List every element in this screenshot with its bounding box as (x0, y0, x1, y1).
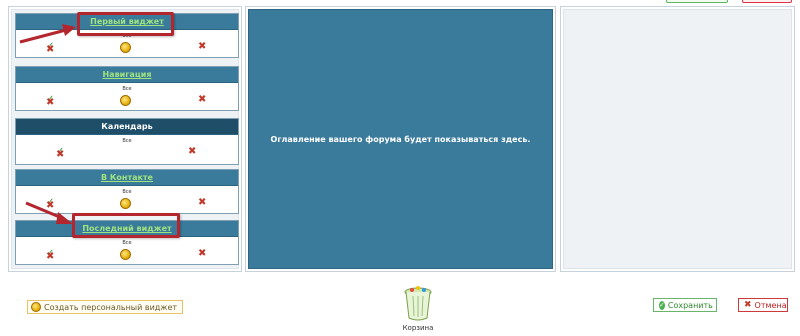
cancel-label: Отмена (754, 300, 787, 310)
close-icon: ✖ (744, 300, 752, 310)
delete-icon[interactable]: ✖ (198, 198, 206, 208)
widget-calendar[interactable]: Календарь Все ✖ ✓ ✖ (15, 118, 239, 165)
edit-icon[interactable]: ✖ ✓ (46, 249, 54, 262)
forum-content-area: Оглавление вашего форума будет показыват… (248, 9, 553, 269)
coin-icon[interactable] (120, 249, 131, 260)
edit-icon[interactable]: ✖ ✓ (46, 95, 54, 108)
trash-bin-icon (404, 286, 432, 321)
right-widget-column (560, 6, 795, 272)
annotation-arrow-icon (19, 24, 76, 44)
highlight-first-widget (77, 12, 174, 36)
delete-icon[interactable]: ✖ (188, 147, 196, 157)
delete-icon[interactable]: ✖ (198, 95, 206, 105)
save-label: Сохранить (667, 300, 713, 310)
coin-icon[interactable] (120, 198, 131, 209)
create-personal-widget-button[interactable]: Создать персональный виджет (27, 300, 184, 314)
widget-title-link[interactable]: В Контакте (101, 173, 153, 182)
widget-navigation[interactable]: Навигация Все ✖ ✓ ✖ (15, 66, 239, 111)
cancel-button[interactable]: ✖ Отмена (738, 298, 788, 312)
edit-icon[interactable]: ✖ ✓ (56, 147, 64, 160)
widget-header[interactable]: Навигация (16, 67, 238, 83)
coin-icon[interactable] (120, 95, 131, 106)
coin-icon[interactable] (120, 42, 131, 53)
create-widget-label: Создать персональный виджет (44, 302, 178, 312)
delete-icon[interactable]: ✖ (198, 42, 206, 52)
delete-icon[interactable]: ✖ (198, 249, 206, 259)
trash-label: Корзина (402, 324, 434, 332)
top-save-button-edge[interactable] (666, 0, 728, 3)
forum-placeholder-text: Оглавление вашего форума будет показыват… (270, 134, 531, 144)
trash-dropzone[interactable]: Корзина (398, 283, 438, 335)
widget-header[interactable]: Календарь (16, 119, 238, 135)
middle-forum-column: Оглавление вашего форума будет показыват… (245, 6, 556, 272)
widget-header[interactable]: В Контакте (16, 170, 238, 186)
widget-title: Календарь (101, 122, 153, 131)
top-cancel-button-edge[interactable] (742, 0, 792, 3)
coin-icon (31, 302, 41, 312)
save-button[interactable]: ✓ Сохранить (653, 298, 717, 312)
annotation-arrow-icon (25, 201, 73, 224)
widget-title-link[interactable]: Навигация (102, 70, 151, 79)
right-column-dropzone[interactable] (563, 9, 792, 269)
check-icon: ✓ (659, 300, 665, 310)
highlight-last-widget (72, 213, 180, 238)
